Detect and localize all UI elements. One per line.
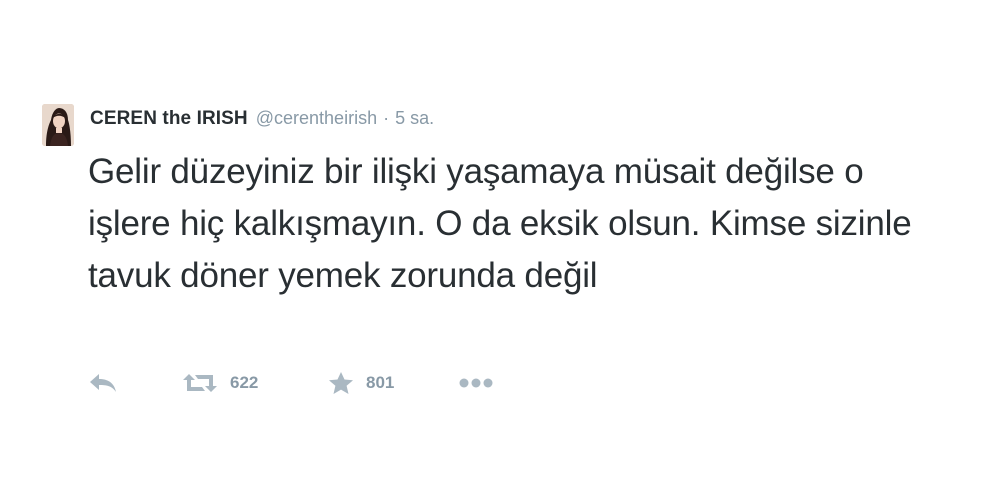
reply-button[interactable] <box>88 372 182 394</box>
avatar[interactable] <box>42 104 74 146</box>
separator-dot: · <box>383 108 390 128</box>
author-handle[interactable]: @cerentheirish <box>256 108 377 129</box>
author-display-name[interactable]: CEREN the IRISH <box>90 108 248 130</box>
reply-icon <box>90 374 116 392</box>
star-icon <box>329 372 353 394</box>
retweet-icon <box>183 374 217 392</box>
avatar-photo-icon <box>42 104 74 146</box>
tweet: CEREN the IRISH @cerentheirish · 5 sa. G… <box>0 0 996 498</box>
tweet-timestamp[interactable]: 5 sa. <box>395 108 434 129</box>
favorite-button[interactable]: 801 <box>328 371 458 395</box>
more-dots-icon <box>459 378 493 388</box>
favorite-count: 801 <box>366 373 395 392</box>
tweet-text: Gelir düzeyiniz bir ilişki yaşamaya müsa… <box>88 152 912 295</box>
retweet-count: 622 <box>230 373 259 392</box>
tweet-actions: 622 801 <box>88 366 494 400</box>
retweet-button[interactable]: 622 <box>182 372 328 394</box>
tweet-header: CEREN the IRISH @cerentheirish · 5 sa. <box>90 108 434 132</box>
more-button[interactable] <box>458 377 494 389</box>
